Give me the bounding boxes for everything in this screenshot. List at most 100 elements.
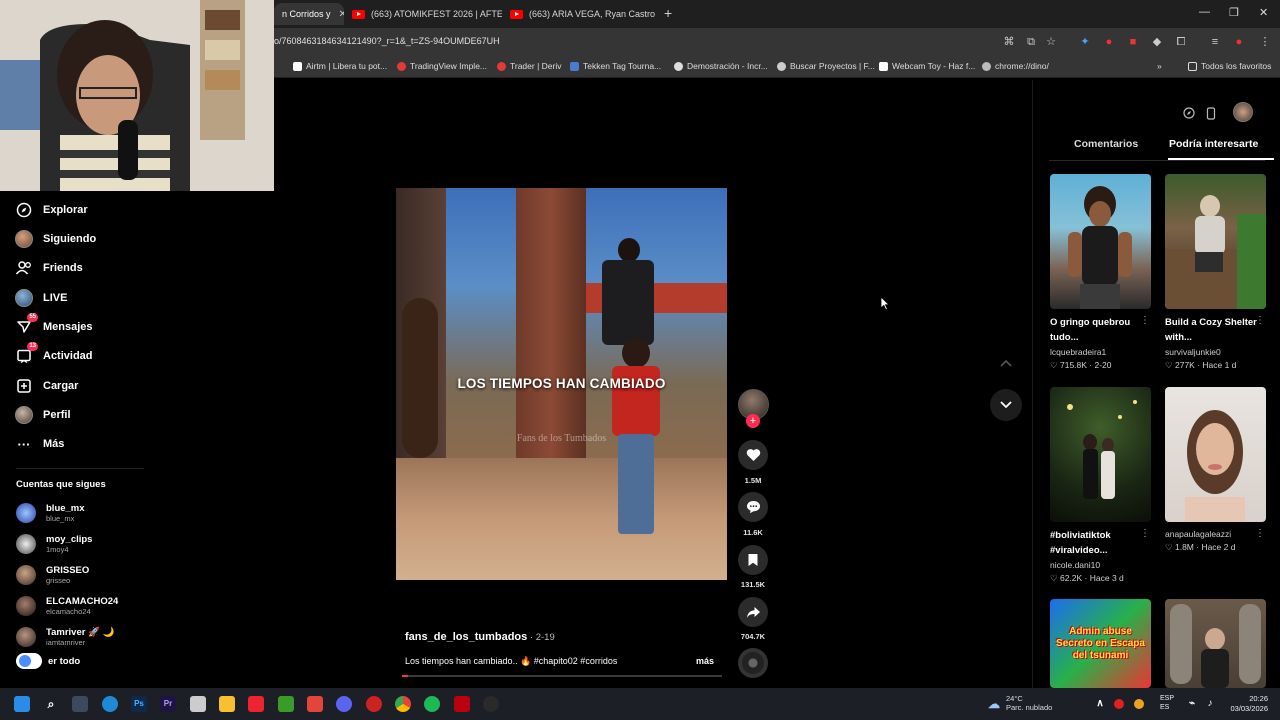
voicemod-icon[interactable] [454, 696, 470, 712]
extensions-puzzle-icon[interactable]: ⧠ [1174, 35, 1188, 49]
language-indicator[interactable]: ESP ES [1160, 694, 1174, 712]
save-button[interactable] [738, 545, 768, 575]
tray-chevron-icon[interactable]: ∧ [1092, 696, 1108, 712]
cast-icon[interactable]: ⧉ [1024, 35, 1038, 49]
bookmark-item[interactable]: Tekken Tag Tourna... [570, 61, 661, 71]
previous-video-button[interactable] [990, 347, 1022, 379]
browser-tab-active[interactable]: n Corridos y ✕ [274, 3, 344, 25]
card-menu-icon[interactable]: ⋮ [1255, 315, 1265, 326]
compass-icon[interactable] [1181, 105, 1197, 121]
tray-app-icon[interactable] [1114, 699, 1124, 709]
tab-recommended[interactable]: Podría interesarte [1169, 138, 1258, 150]
bookmark-item[interactable]: Demostración - Incr... [674, 61, 768, 71]
followed-account[interactable]: ELCAMACHO24 elcamacho24 [16, 596, 118, 616]
all-bookmarks-folder[interactable]: Todos los favoritos [1188, 61, 1271, 71]
extension-icon[interactable]: ◆ [1150, 35, 1164, 49]
edge-icon[interactable] [102, 696, 118, 712]
card-menu-icon[interactable]: ⋮ [1255, 528, 1265, 539]
extension-icon[interactable]: ● [1102, 35, 1116, 49]
recommended-video-card[interactable]: Build a Cozy Shelter with... survivaljun… [1165, 174, 1267, 372]
user-avatar[interactable] [1233, 102, 1253, 122]
bookmark-item[interactable]: Airtm | Libera tu pot... [293, 61, 387, 71]
followed-account[interactable]: blue_mx blue_mx [16, 503, 85, 523]
nav-profile[interactable]: Perfil [14, 404, 71, 426]
extension-icon[interactable]: ■ [1126, 35, 1140, 49]
calculator-icon[interactable] [190, 696, 206, 712]
brave-icon[interactable] [307, 696, 323, 712]
bookmark-item[interactable]: TradingView Imple... [397, 61, 487, 71]
nav-more[interactable]: ··· Más [14, 433, 65, 455]
see-all-link[interactable]: er todo [16, 653, 80, 669]
bookmark-item[interactable]: chrome://dino/ [982, 61, 1049, 71]
translate-icon[interactable]: ⌘ [1002, 35, 1016, 49]
followed-account[interactable]: Tamriver 🚀 🌙 iamtamriver [16, 627, 114, 647]
like-button[interactable] [738, 440, 768, 470]
followed-account[interactable]: GRISSEO grisseo [16, 565, 89, 585]
followed-account[interactable]: moy_clips 1moy4 [16, 534, 92, 554]
system-clock[interactable]: 20:26 03/03/2026 [1222, 694, 1268, 714]
obs-icon[interactable] [483, 696, 499, 712]
device-icon[interactable] [1203, 105, 1219, 121]
menu-dots-icon[interactable]: ⋮ [1258, 35, 1272, 49]
share-button[interactable] [738, 597, 768, 627]
video-author[interactable]: fans_de_los_tumbados · 2-19 [405, 631, 555, 643]
url-field[interactable]: o/7608463184634121490?_r=1&_t=ZS-94OUMDE… [274, 36, 500, 46]
recommended-video-card[interactable] [1165, 599, 1267, 688]
nav-live[interactable]: LIVE [14, 287, 67, 309]
chrome-icon[interactable] [395, 696, 411, 712]
close-tab-icon[interactable]: ✕ [331, 9, 344, 20]
profile-avatar-icon[interactable]: ● [1232, 35, 1246, 49]
video-player[interactable]: LOS TIEMPOS HAN CAMBIADO Fans de los Tum… [396, 188, 727, 580]
weather-temp: 24°C [1006, 694, 1023, 703]
browser-tab[interactable]: (663) ATOMIKFEST 2026 | AFTE ✕ [344, 3, 502, 25]
nav-upload[interactable]: Cargar [14, 375, 78, 397]
extension-icon[interactable]: ✦ [1078, 35, 1092, 49]
volume-icon[interactable]: ♪ [1202, 696, 1218, 712]
recommended-video-card[interactable]: O gringo quebrou tudo... lcquebradeira1 … [1050, 174, 1152, 372]
card-menu-icon[interactable]: ⋮ [1140, 315, 1150, 326]
music-disc-icon[interactable] [738, 648, 768, 678]
recommended-video-card[interactable]: anapaulagaleazzi ♡ 1.8M · Hace 2 d ⋮ [1165, 387, 1267, 554]
nav-friends[interactable]: Friends [14, 257, 83, 279]
avatar [16, 503, 36, 523]
tray-app-icon[interactable] [1134, 699, 1144, 709]
more-link[interactable]: más [696, 656, 714, 666]
video-progress-bar[interactable] [402, 675, 722, 677]
bookmark-star-icon[interactable]: ☆ [1044, 35, 1058, 49]
browser-tab[interactable]: (663) ARIA VEGA, Ryan Castro ✕ [502, 3, 658, 25]
weather-widget[interactable]: 24°C Parc. nublado [1006, 694, 1052, 712]
recommended-video-card[interactable]: #boliviatiktok #viralvideo... nicole.dan… [1050, 387, 1152, 585]
network-icon[interactable]: ⌁ [1184, 696, 1200, 712]
bookmark-item[interactable]: Buscar Proyectos | F... [777, 61, 875, 71]
minecraft-icon[interactable] [278, 696, 294, 712]
file-explorer-icon[interactable] [219, 696, 235, 712]
nav-following[interactable]: Siguiendo [14, 228, 96, 250]
maximize-icon[interactable]: ❐ [1229, 6, 1239, 19]
new-tab-icon[interactable]: + [664, 5, 672, 21]
discord-icon[interactable] [336, 696, 352, 712]
deriv-app-icon[interactable] [248, 696, 264, 712]
tab-comments[interactable]: Comentarios [1074, 138, 1138, 150]
photoshop-icon[interactable]: Ps [131, 696, 147, 712]
minimize-icon[interactable]: — [1199, 6, 1210, 18]
windows-start-icon[interactable] [14, 696, 30, 712]
search-icon[interactable]: ⌕ [43, 696, 59, 712]
next-video-button[interactable] [990, 389, 1022, 421]
nav-explore[interactable]: Explorar [14, 199, 88, 221]
bookmark-item[interactable]: Webcam Toy - Haz f... [879, 61, 975, 71]
recommended-video-card[interactable]: Admin abuse Secreto en Escapa del tsunam… [1050, 599, 1152, 688]
follow-plus-icon[interactable]: + [746, 414, 760, 428]
comment-button[interactable] [738, 492, 768, 522]
close-tab-icon[interactable]: ✕ [655, 9, 658, 20]
task-view-icon[interactable] [72, 696, 88, 712]
bookmark-item[interactable]: Trader | Deriv [497, 61, 562, 71]
spotify-icon[interactable] [424, 696, 440, 712]
bookmarks-overflow-icon[interactable]: » [1157, 61, 1162, 71]
card-menu-icon[interactable]: ⋮ [1140, 528, 1150, 539]
nav-messages[interactable]: 55 Mensajes [14, 313, 93, 338]
close-window-icon[interactable]: ✕ [1259, 6, 1268, 19]
opera-icon[interactable] [366, 696, 382, 712]
premiere-icon[interactable]: Pr [160, 696, 176, 712]
nav-activity[interactable]: 13 Actividad [14, 342, 93, 367]
downloads-icon[interactable]: ≡ [1208, 35, 1222, 49]
